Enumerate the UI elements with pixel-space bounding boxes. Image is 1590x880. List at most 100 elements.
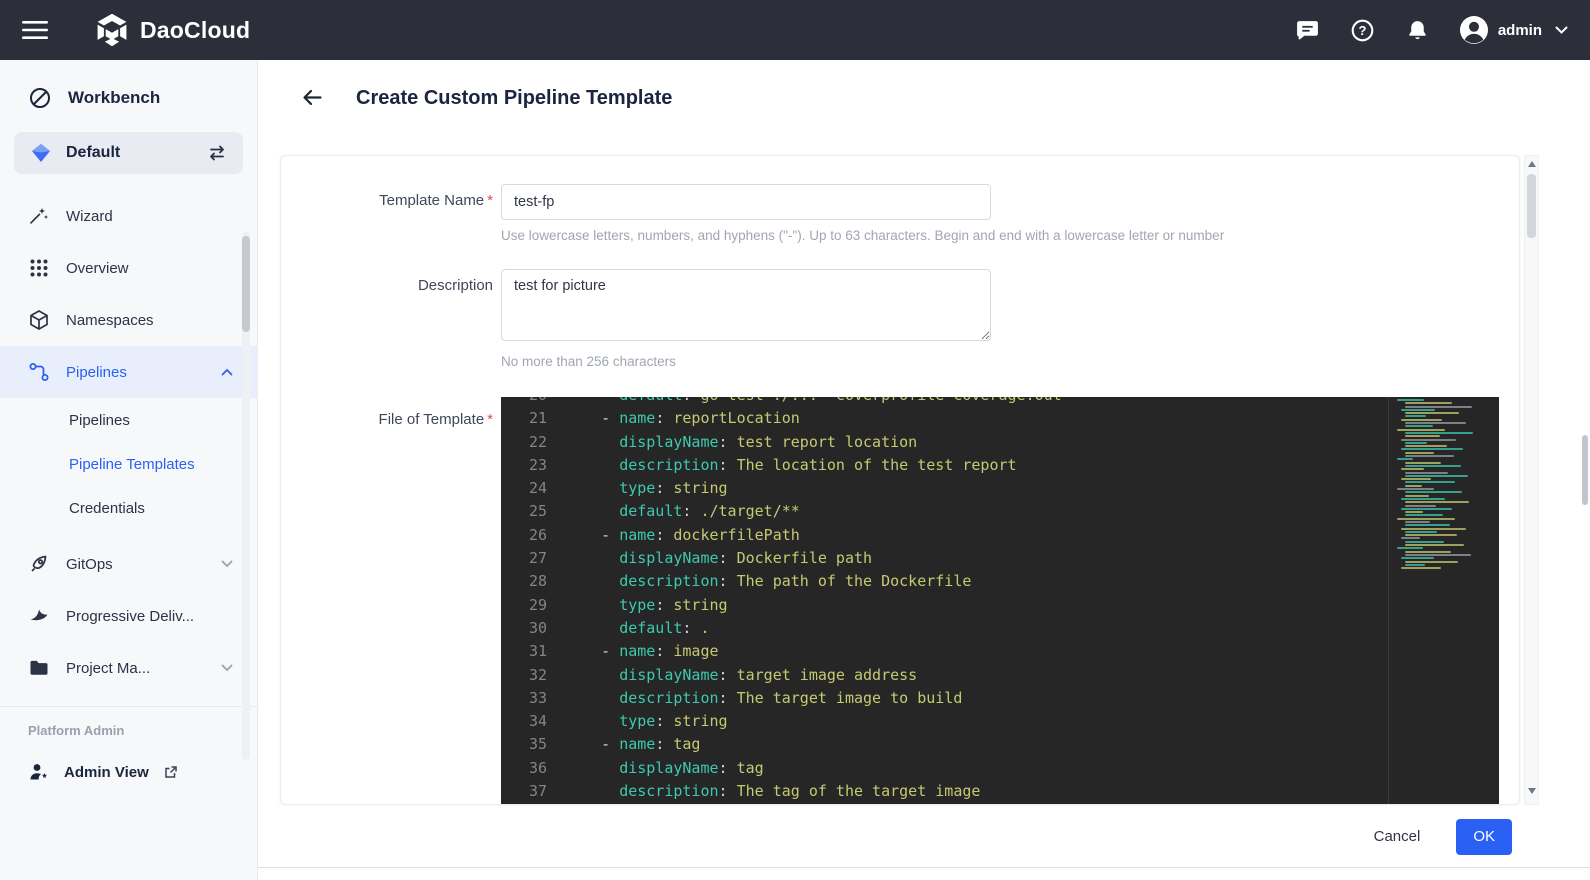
sidebar: Workbench Default Wizard Overvi (0, 60, 258, 880)
sidebar-scrollbar[interactable] (242, 232, 250, 760)
nav-label: Overview (66, 260, 129, 277)
code-line: 37 description: The tag of the target im… (501, 780, 1389, 803)
sidebar-item-admin-view[interactable]: Admin View (0, 746, 257, 798)
cancel-button[interactable]: Cancel (1374, 828, 1421, 845)
code-line: 34 type: string (501, 710, 1389, 733)
hamburger-menu-icon[interactable] (22, 20, 48, 40)
notifications-bell-icon[interactable] (1404, 16, 1432, 44)
content-scrollbar-thumb[interactable] (1527, 174, 1536, 238)
content-scrollbar[interactable] (1524, 155, 1539, 805)
subnav-label: Credentials (69, 500, 145, 517)
sidebar-item-project-management[interactable]: Project Ma... (0, 642, 257, 694)
code-line: 35 - name: tag (501, 733, 1389, 756)
template-name-label: Template Name* (281, 184, 493, 209)
yaml-code-editor[interactable]: 20 default: go test ./... -coverprofile … (501, 397, 1499, 805)
sidebar-nav: Wizard Overview Namespaces Pipelines (0, 190, 257, 694)
topbar: DaoCloud ? admin (0, 0, 1590, 60)
code-line: 26 - name: dockerfilePath (501, 524, 1389, 547)
admin-view-label: Admin View (64, 764, 149, 781)
subnav-label: Pipelines (69, 412, 130, 429)
code-line: 29 type: string (501, 594, 1389, 617)
workbench-icon (28, 86, 52, 110)
template-name-help-text: Use lowercase letters, numbers, and hyph… (501, 228, 1224, 243)
admin-user-icon (28, 761, 50, 783)
sidebar-subitem-pipelines[interactable]: Pipelines (0, 398, 257, 442)
template-name-input[interactable] (501, 184, 991, 220)
brand-name: DaoCloud (140, 17, 250, 44)
brand[interactable]: DaoCloud (94, 12, 250, 48)
minimap[interactable] (1395, 399, 1491, 805)
code-line: 20 default: go test ./... -coverprofile … (501, 397, 1389, 407)
pipeline-icon (28, 361, 50, 383)
description-row: Description No more than 256 characters (281, 269, 1519, 369)
chevron-down-icon (221, 560, 233, 568)
sidebar-item-progressive-delivery[interactable]: Progressive Deliv... (0, 590, 257, 642)
code-line: 30 default: . (501, 617, 1389, 640)
code-line: 27 displayName: Dockerfile path (501, 547, 1389, 570)
code-line: 36 displayName: tag (501, 757, 1389, 780)
svg-text:?: ? (1359, 23, 1367, 38)
workspace-selector[interactable]: Default (14, 132, 243, 174)
nav-label: Wizard (66, 208, 113, 225)
sidebar-item-overview[interactable]: Overview (0, 242, 257, 294)
form-footer: Cancel OK (258, 806, 1590, 868)
platform-admin-section-label: Platform Admin (0, 707, 257, 738)
folder-icon (28, 657, 50, 679)
switch-workspace-icon[interactable] (207, 143, 227, 163)
chevron-down-icon (1555, 26, 1568, 35)
code-line: 21 - name: reportLocation (501, 407, 1389, 430)
nav-label: Progressive Deliv... (66, 608, 194, 625)
nav-label: Namespaces (66, 312, 154, 329)
sidebar-subitem-credentials[interactable]: Credentials (0, 486, 257, 530)
description-help-text: No more than 256 characters (501, 354, 991, 369)
scroll-up-arrow-icon[interactable] (1528, 161, 1536, 167)
nav-label: Pipelines (66, 364, 127, 381)
file-of-template-row: File of Template* 20 default: go test ./… (281, 397, 1519, 805)
form-card: Template Name* Use lowercase letters, nu… (280, 155, 1520, 805)
main-content: Create Custom Pipeline Template Template… (258, 60, 1590, 880)
required-marker: * (487, 411, 493, 428)
description-textarea[interactable] (501, 269, 991, 341)
sidebar-item-namespaces[interactable]: Namespaces (0, 294, 257, 346)
back-arrow-icon[interactable] (300, 86, 324, 110)
workspace-diamond-icon (30, 142, 52, 164)
workbench-label: Workbench (68, 88, 160, 108)
code-line: 25 default: ./target/** (501, 500, 1389, 523)
user-menu[interactable]: admin (1459, 15, 1568, 45)
chevron-up-icon (221, 368, 233, 376)
wand-icon (28, 205, 50, 227)
file-of-template-label: File of Template* (281, 397, 493, 428)
window-scrollbar-thumb[interactable] (1582, 435, 1588, 505)
sidebar-workbench[interactable]: Workbench (0, 74, 257, 122)
ok-button[interactable]: OK (1456, 819, 1512, 855)
chevron-down-icon (221, 664, 233, 672)
code-line: 22 displayName: test report location (501, 431, 1389, 454)
grid-dots-icon (28, 257, 50, 279)
page-header: Create Custom Pipeline Template (258, 60, 1590, 136)
bird-icon (28, 605, 50, 627)
daocloud-logo-icon (94, 12, 130, 48)
workspace-name: Default (66, 144, 120, 162)
template-name-row: Template Name* Use lowercase letters, nu… (281, 184, 1519, 243)
page-title: Create Custom Pipeline Template (356, 87, 672, 110)
nav-label: GitOps (66, 556, 113, 573)
messages-icon[interactable] (1294, 16, 1322, 44)
external-link-icon (163, 765, 178, 780)
editor-divider (1388, 397, 1389, 805)
nav-label: Project Ma... (66, 660, 150, 677)
code-lines: 20 default: go test ./... -coverprofile … (501, 397, 1389, 803)
avatar (1459, 15, 1489, 45)
sidebar-item-pipelines[interactable]: Pipelines (0, 346, 257, 398)
scroll-down-arrow-icon[interactable] (1528, 788, 1536, 794)
code-line: 28 description: The path of the Dockerfi… (501, 570, 1389, 593)
help-icon[interactable]: ? (1349, 16, 1377, 44)
sidebar-subitem-pipeline-templates[interactable]: Pipeline Templates (0, 442, 257, 486)
code-line: 23 description: The location of the test… (501, 454, 1389, 477)
code-line: 24 type: string (501, 477, 1389, 500)
code-line: 33 description: The target image to buil… (501, 687, 1389, 710)
sidebar-item-wizard[interactable]: Wizard (0, 190, 257, 242)
required-marker: * (487, 192, 493, 209)
sidebar-scrollbar-thumb[interactable] (242, 236, 250, 332)
sidebar-item-gitops[interactable]: GitOps (0, 538, 257, 590)
description-label: Description (281, 269, 493, 294)
